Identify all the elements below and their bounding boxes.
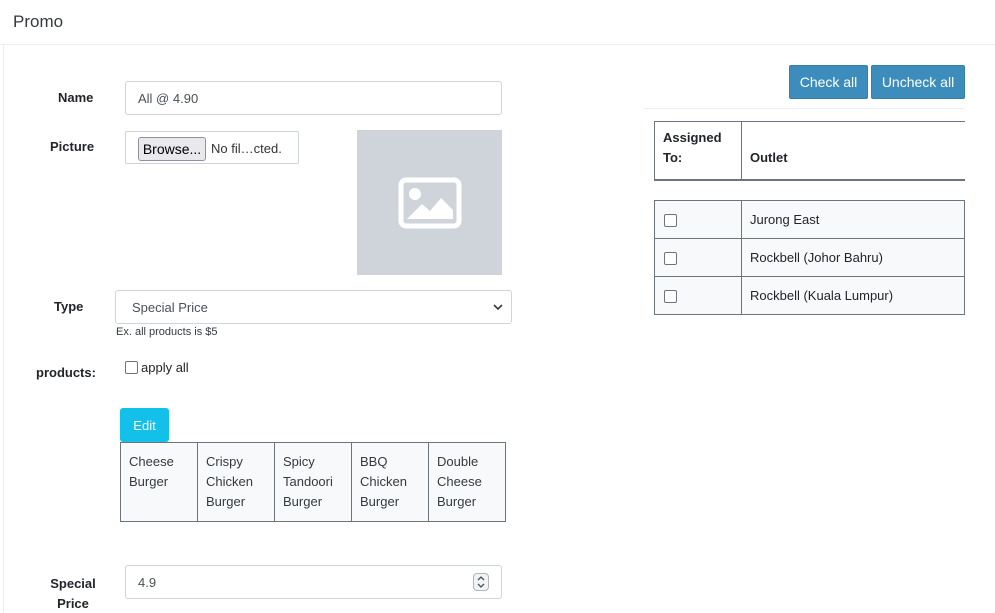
type-select[interactable]: Special Price xyxy=(115,290,512,324)
assign-cell xyxy=(654,276,742,315)
outlet-name: Rockbell (Johor Bahru) xyxy=(741,238,965,277)
uncheck-all-button[interactable]: Uncheck all xyxy=(871,65,965,99)
product-cell: Crispy Chicken Burger xyxy=(197,442,275,522)
name-input[interactable]: All @ 4.90 xyxy=(125,81,502,115)
outlet-name: Jurong East xyxy=(741,200,965,239)
type-hint: Ex. all products is $5 xyxy=(116,326,218,338)
special-price-label: Special Price xyxy=(50,576,96,611)
number-spinner[interactable] xyxy=(473,573,489,591)
apply-all-checkbox[interactable] xyxy=(125,361,138,374)
outlet-checkbox[interactable] xyxy=(664,252,677,265)
col-header-assigned: Assigned To: xyxy=(654,121,742,181)
page-header: Promo xyxy=(0,0,995,45)
file-status-text: No fil…cted. xyxy=(211,141,282,156)
outlet-checkbox[interactable] xyxy=(664,214,677,227)
special-price-value: 4.9 xyxy=(138,574,157,590)
table-row: Jurong East xyxy=(654,200,965,239)
assign-cell xyxy=(654,238,742,277)
apply-all-label: apply all xyxy=(141,360,189,375)
outlet-table: Jurong East Rockbell (Johor Bahru) Rockb… xyxy=(654,200,965,315)
chevron-down-icon xyxy=(493,304,503,311)
assign-cell xyxy=(654,200,742,239)
browse-button[interactable]: Browse... xyxy=(138,137,206,161)
outlet-checkbox[interactable] xyxy=(664,290,677,303)
product-cell: Double Cheese Burger xyxy=(428,442,506,522)
name-label: Name xyxy=(58,90,94,105)
products-label: products: xyxy=(36,365,96,380)
col-header-outlet: Outlet xyxy=(741,121,965,181)
divider xyxy=(644,108,965,109)
special-price-input[interactable]: 4.9 xyxy=(125,565,502,599)
table-row: Cheese Burger Crispy Chicken Burger Spic… xyxy=(120,442,506,522)
product-cell: BBQ Chicken Burger xyxy=(351,442,429,522)
image-placeholder-icon xyxy=(398,177,461,228)
edit-button[interactable]: Edit xyxy=(120,408,169,442)
picture-label: Picture xyxy=(50,139,95,154)
type-select-value: Special Price xyxy=(132,299,208,315)
product-cell: Spicy Tandoori Burger xyxy=(274,442,352,522)
table-row: Rockbell (Johor Bahru) xyxy=(654,238,965,277)
products-table: Cheese Burger Crispy Chicken Burger Spic… xyxy=(120,442,506,522)
check-all-button[interactable]: Check all xyxy=(789,65,868,99)
outlet-table-header: Assigned To: Outlet xyxy=(654,121,965,181)
spinner-arrows-icon xyxy=(477,576,485,588)
picture-file-input[interactable]: Browse... No fil…cted. xyxy=(125,131,299,164)
page-title: Promo xyxy=(13,12,64,31)
table-header-row: Assigned To: Outlet xyxy=(654,121,965,181)
type-label: Type xyxy=(54,299,84,314)
divider xyxy=(3,45,4,613)
picture-preview xyxy=(357,130,502,275)
table-row: Rockbell (Kuala Lumpur) xyxy=(654,276,965,315)
name-input-value: All @ 4.90 xyxy=(138,90,199,106)
outlet-name: Rockbell (Kuala Lumpur) xyxy=(741,276,965,315)
product-cell: Cheese Burger xyxy=(120,442,198,522)
